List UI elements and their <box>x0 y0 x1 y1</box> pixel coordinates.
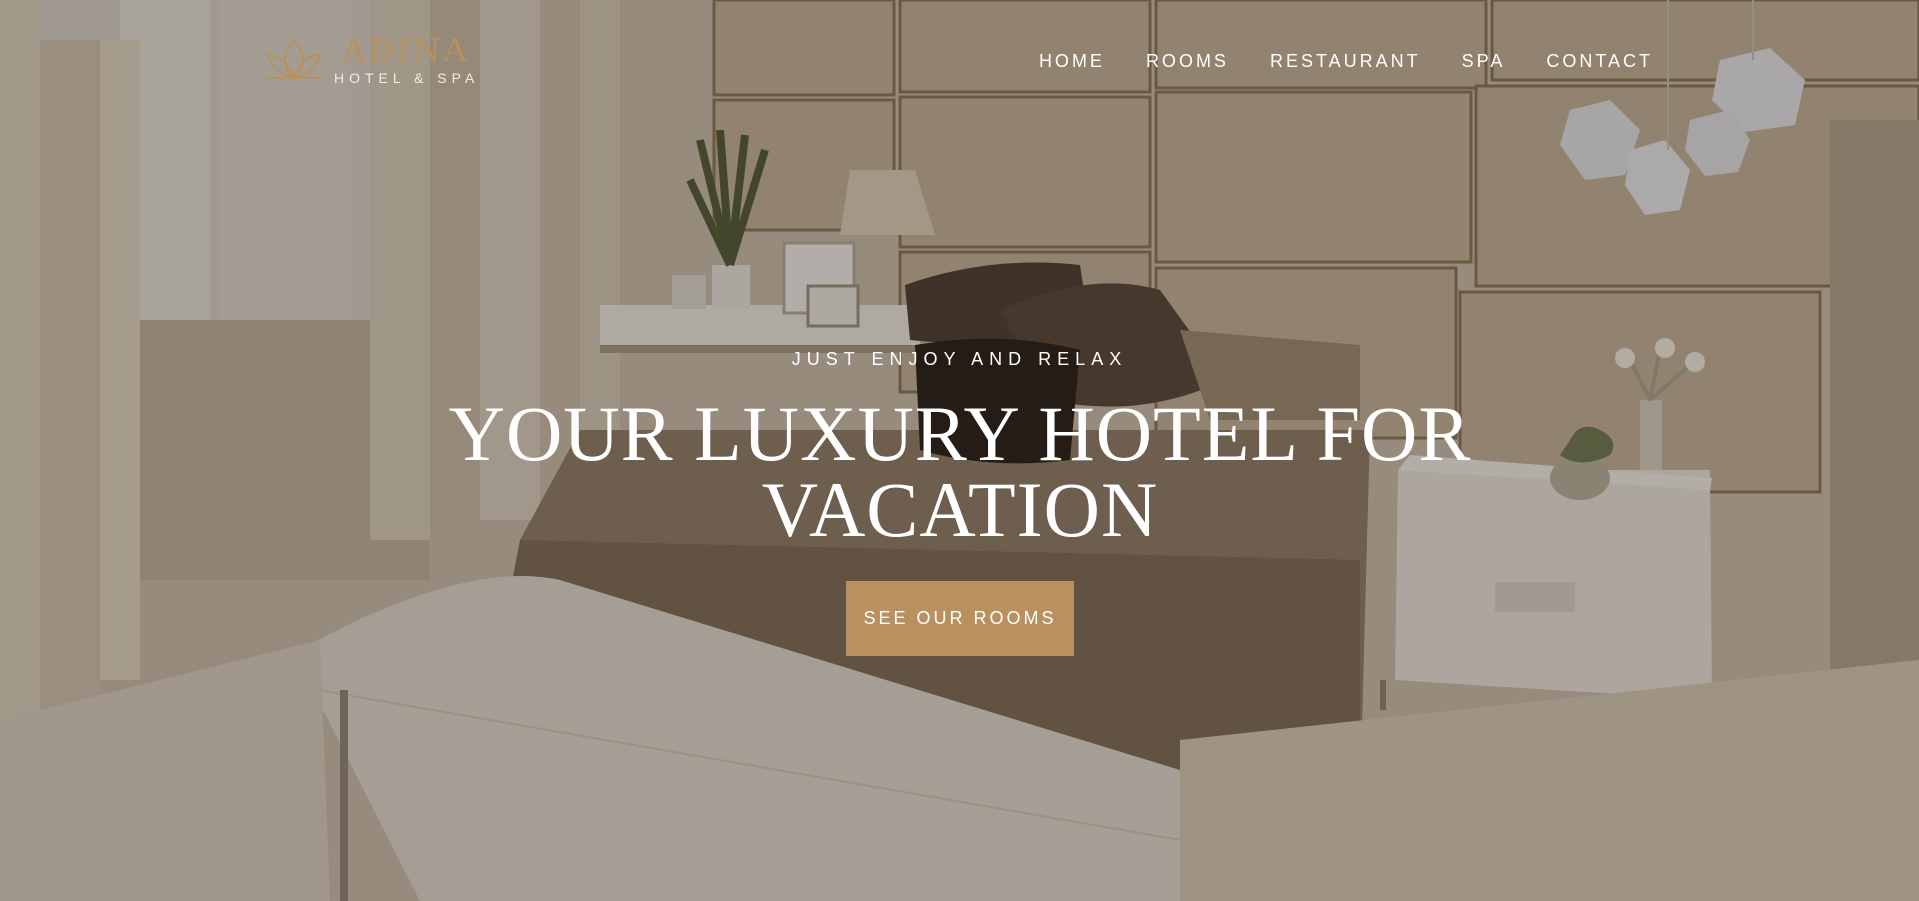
brand-subtitle: HOTEL & SPA <box>334 70 480 86</box>
nav-item-restaurant[interactable]: RESTAURANT <box>1270 48 1421 74</box>
nav-item-rooms[interactable]: ROOMS <box>1146 48 1229 74</box>
hero-headline: YOUR LUXURY HOTEL FOR VACATION <box>448 390 1472 553</box>
hero-eyebrow: JUST ENJOY AND RELAX <box>791 349 1128 369</box>
see-our-rooms-button[interactable]: SEE OUR ROOMS <box>846 581 1074 656</box>
logo[interactable]: ADINA HOTEL & SPA <box>262 31 474 92</box>
brand-name: ADINA <box>342 31 470 69</box>
lotus-icon <box>262 38 326 82</box>
nav-item-spa[interactable]: SPA <box>1462 48 1506 74</box>
site-header: ADINA HOTEL & SPA HOME ROOMS RESTAURANT … <box>0 0 1919 120</box>
nav-item-home[interactable]: HOME <box>1039 48 1105 74</box>
hero-section: ADINA HOTEL & SPA HOME ROOMS RESTAURANT … <box>0 0 1919 901</box>
main-nav: HOME ROOMS RESTAURANT SPA CONTACT <box>998 48 1653 74</box>
nav-item-contact[interactable]: CONTACT <box>1546 48 1653 74</box>
